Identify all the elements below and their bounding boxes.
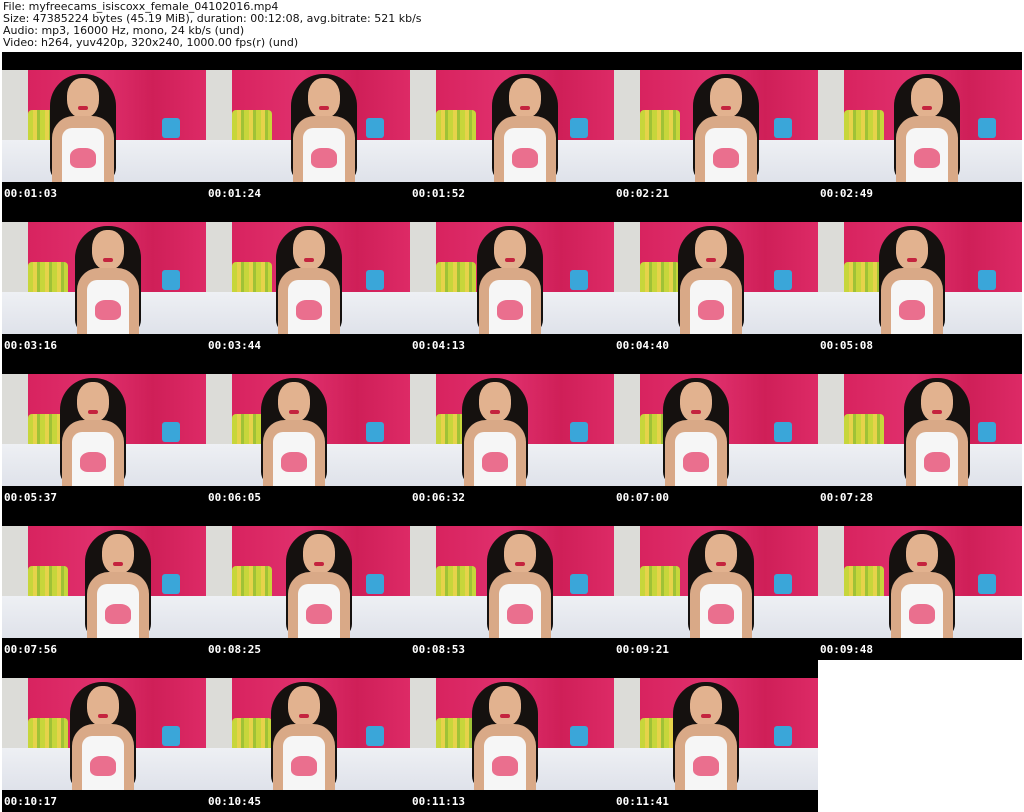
- thumbnail-cell[interactable]: 00:01:24: [206, 52, 410, 204]
- thumbnail-frame-image: [410, 526, 614, 638]
- thumbnail-frame-image: [206, 678, 410, 790]
- timestamp-label: 00:06:32: [412, 491, 465, 504]
- thumbnail-frame-image: [614, 526, 818, 638]
- thumbnail-cell[interactable]: 00:07:28: [818, 356, 1022, 508]
- timestamp-label: 00:01:24: [208, 187, 261, 200]
- thumbnail-frame-image: [410, 70, 614, 182]
- thumbnail-frame-image: [818, 374, 1022, 486]
- timestamp-label: 00:11:13: [412, 795, 465, 808]
- timestamp-label: 00:01:03: [4, 187, 57, 200]
- thumbnail-cell[interactable]: 00:05:08: [818, 204, 1022, 356]
- timestamp-label: 00:08:53: [412, 643, 465, 656]
- timestamp-label: 00:07:28: [820, 491, 873, 504]
- thumbnail-cell[interactable]: 00:10:45: [206, 660, 410, 812]
- thumbnail-cell[interactable]: 00:02:49: [818, 52, 1022, 204]
- timestamp-label: 00:03:44: [208, 339, 261, 352]
- timestamp-label: 00:11:41: [616, 795, 669, 808]
- thumbnail-frame-image: [410, 374, 614, 486]
- thumbnail-cell[interactable]: 00:08:53: [410, 508, 614, 660]
- timestamp-label: 00:05:08: [820, 339, 873, 352]
- thumbnail-frame-image: [614, 678, 818, 790]
- file-info-header: File: myfreecams_isiscoxx_female_0410201…: [0, 0, 1024, 52]
- thumbnail-cell[interactable]: 00:08:25: [206, 508, 410, 660]
- thumbnail-frame-image: [614, 374, 818, 486]
- thumbnail-frame-image: [2, 374, 206, 486]
- thumbnail-frame-image: [206, 374, 410, 486]
- timestamp-label: 00:02:49: [820, 187, 873, 200]
- thumbnail-frame-image: [206, 526, 410, 638]
- timestamp-label: 00:09:21: [616, 643, 669, 656]
- timestamp-label: 00:07:00: [616, 491, 669, 504]
- timestamp-label: 00:04:13: [412, 339, 465, 352]
- thumbnail-frame-image: [2, 222, 206, 334]
- timestamp-label: 00:01:52: [412, 187, 465, 200]
- thumbnail-frame-image: [410, 678, 614, 790]
- thumbnail-cell[interactable]: 00:11:13: [410, 660, 614, 812]
- timestamp-label: 00:10:45: [208, 795, 261, 808]
- thumbnail-cell[interactable]: 00:11:41: [614, 660, 818, 812]
- thumbnail-cell[interactable]: 00:04:13: [410, 204, 614, 356]
- timestamp-label: 00:07:56: [4, 643, 57, 656]
- timestamp-label: 00:10:17: [4, 795, 57, 808]
- thumbnail-cell[interactable]: 00:10:17: [2, 660, 206, 812]
- video-info-line: Video: h264, yuv420p, 320x240, 1000.00 f…: [3, 36, 299, 49]
- timestamp-label: 00:09:48: [820, 643, 873, 656]
- thumbnail-frame-image: [818, 526, 1022, 638]
- timestamp-label: 00:04:40: [616, 339, 669, 352]
- thumbnail-frame-image: [410, 222, 614, 334]
- thumbnail-cell[interactable]: 00:02:21: [614, 52, 818, 204]
- thumbnail-cell[interactable]: 00:01:52: [410, 52, 614, 204]
- thumbnail-cell[interactable]: 00:09:21: [614, 508, 818, 660]
- thumbnail-frame-image: [206, 70, 410, 182]
- thumbnail-cell[interactable]: 00:07:56: [2, 508, 206, 660]
- thumbnail-cell[interactable]: 00:06:05: [206, 356, 410, 508]
- thumbnail-cell[interactable]: 00:07:00: [614, 356, 818, 508]
- thumbnail-frame-image: [614, 222, 818, 334]
- thumbnail-cell[interactable]: 00:03:44: [206, 204, 410, 356]
- thumbnail-cell[interactable]: 00:01:03: [2, 52, 206, 204]
- thumbnail-cell[interactable]: 00:09:48: [818, 508, 1022, 660]
- thumbnail-cell[interactable]: 00:05:37: [2, 356, 206, 508]
- timestamp-label: 00:02:21: [616, 187, 669, 200]
- thumbnail-frame-image: [206, 222, 410, 334]
- thumbnail-frame-image: [614, 70, 818, 182]
- timestamp-label: 00:03:16: [4, 339, 57, 352]
- timestamp-label: 00:06:05: [208, 491, 261, 504]
- thumbnail-frame-image: [2, 70, 206, 182]
- thumbnail-frame-image: [818, 222, 1022, 334]
- thumbnail-grid: 00:01:03 00:01:24 00:01:52 00:02:21 00:02:49…: [2, 52, 1022, 812]
- timestamp-label: 00:08:25: [208, 643, 261, 656]
- thumbnail-cell[interactable]: 00:04:40: [614, 204, 818, 356]
- timestamp-label: 00:05:37: [4, 491, 57, 504]
- thumbnail-frame-image: [2, 526, 206, 638]
- thumbnail-frame-image: [818, 70, 1022, 182]
- thumbnail-cell[interactable]: 00:03:16: [2, 204, 206, 356]
- thumbnail-frame-image: [2, 678, 206, 790]
- thumbnail-cell[interactable]: 00:06:32: [410, 356, 614, 508]
